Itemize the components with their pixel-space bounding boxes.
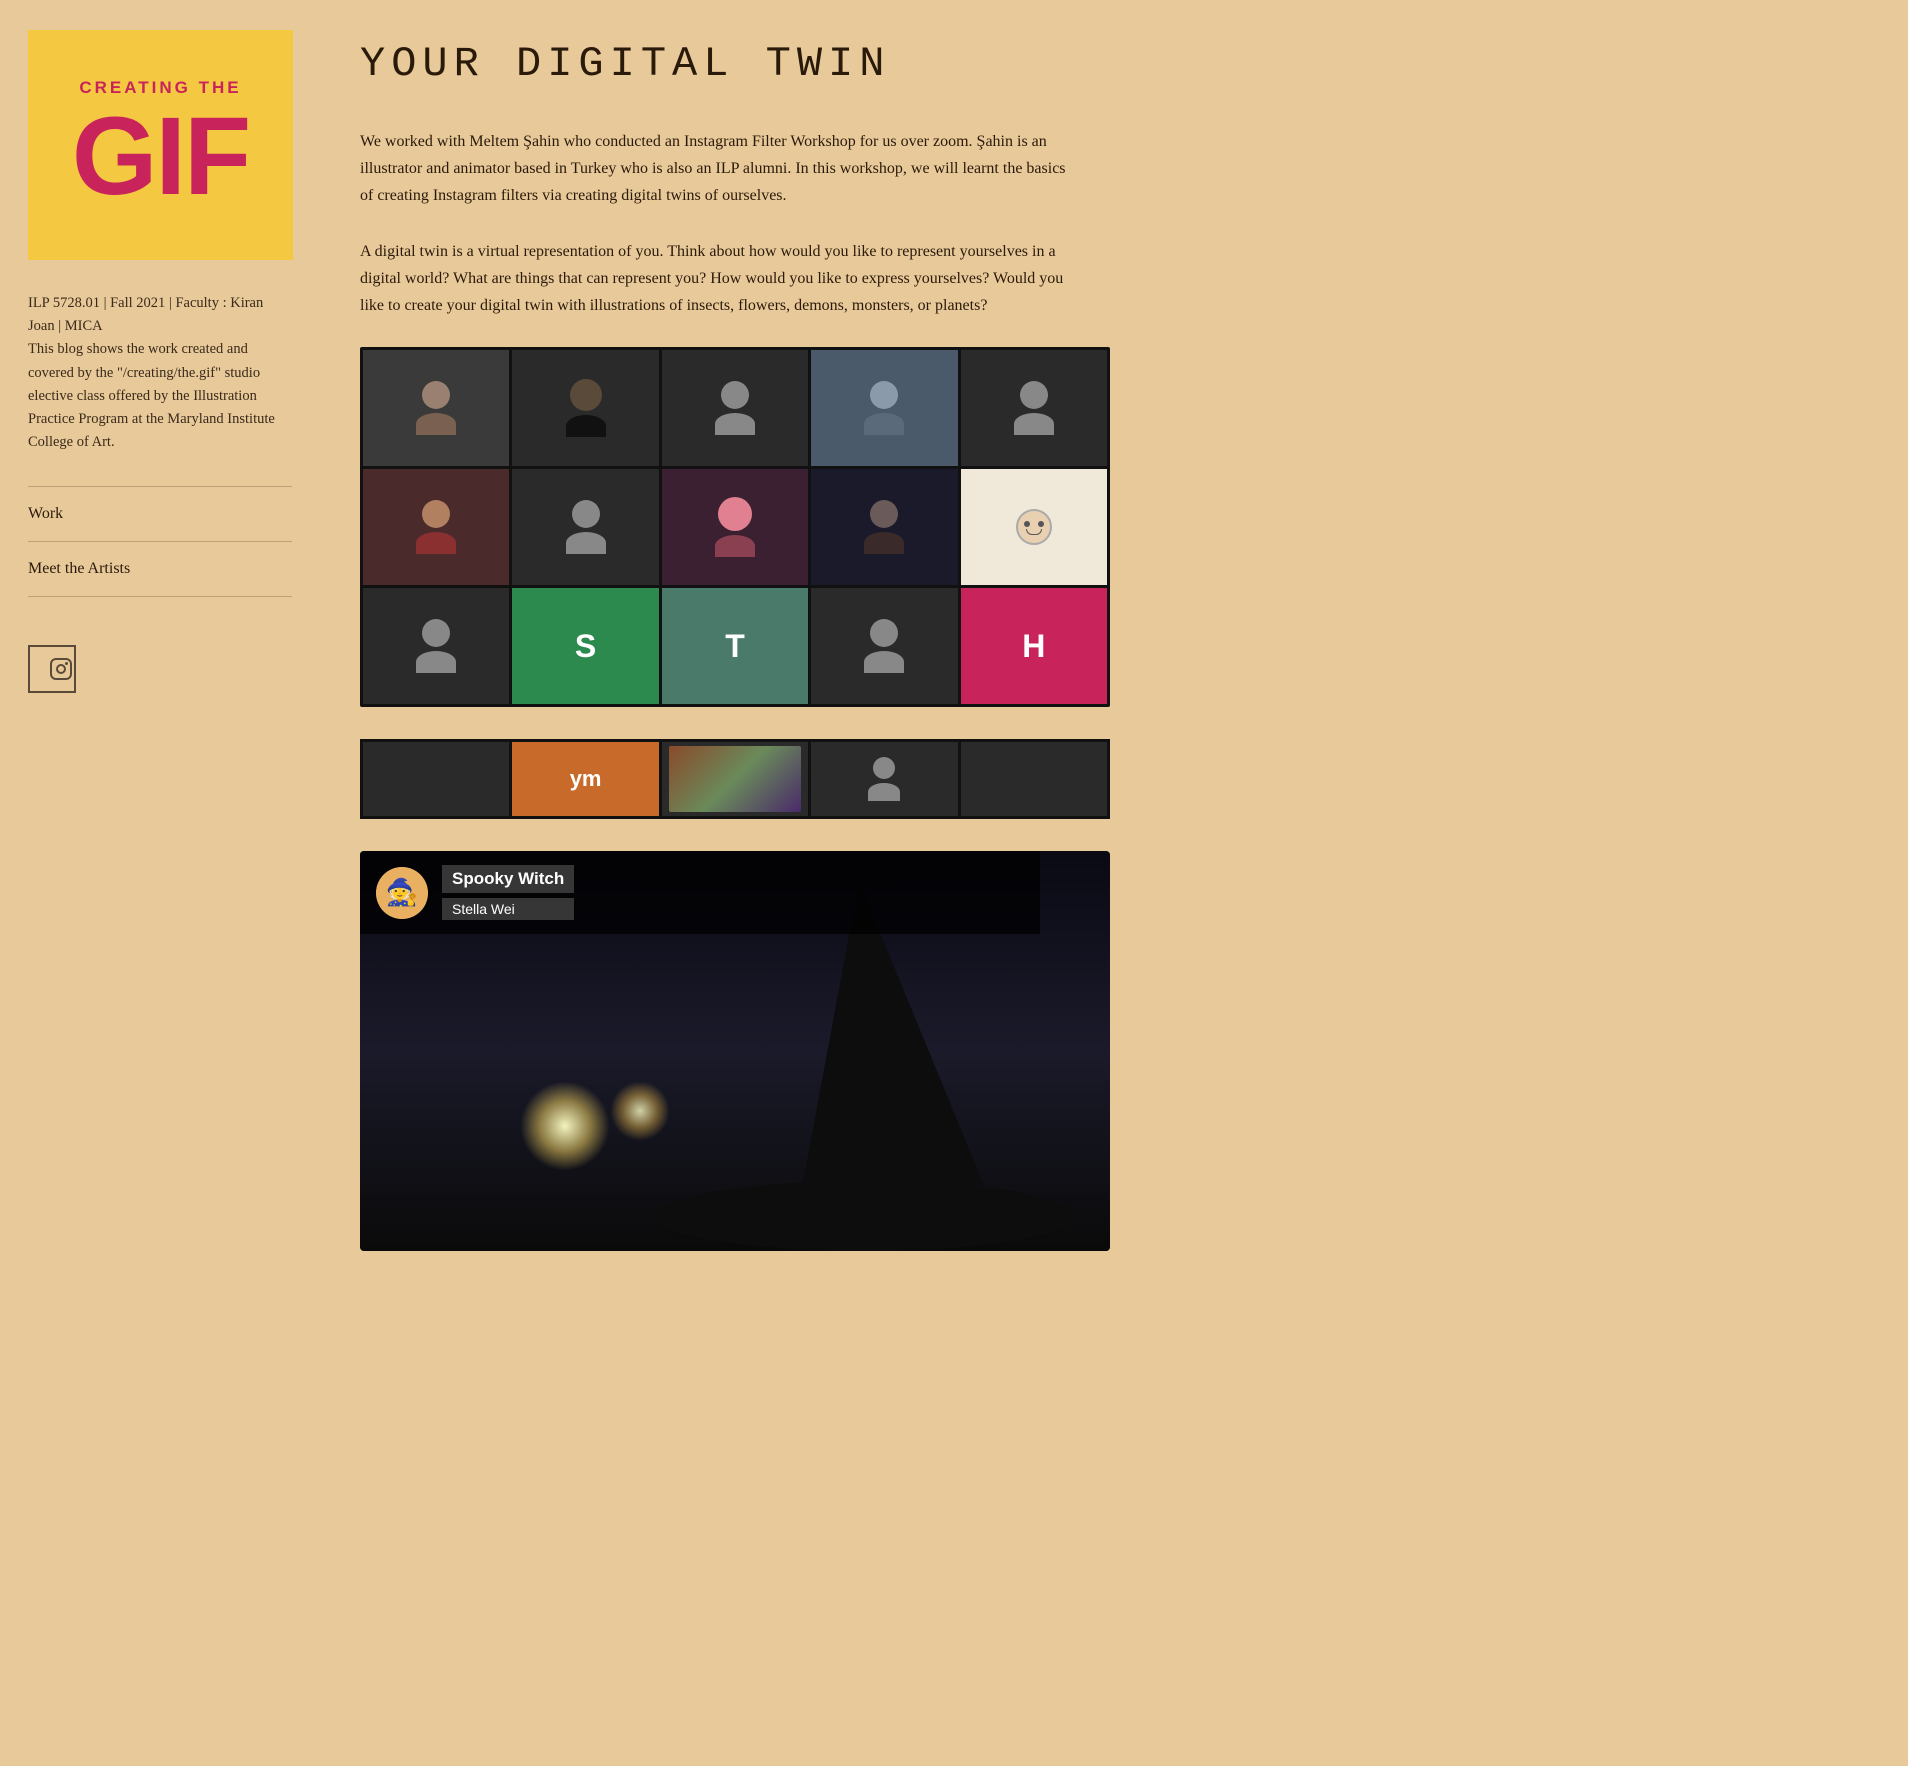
intro-paragraph-1: We worked with Meltem Şahin who conducte… <box>360 128 1080 210</box>
zoom-cell-2-4 <box>811 469 957 585</box>
zoom-cell-4-3 <box>662 742 808 816</box>
instagram-avatar: 🧙 <box>376 867 428 919</box>
zoom-cell-3-2: S <box>512 588 658 704</box>
logo-box: CREATING THE GIF <box>28 30 293 260</box>
zoom-cell-3-5: H <box>961 588 1107 704</box>
main-content: YOUR DIGITAL TWIN We worked with Meltem … <box>320 0 1908 1766</box>
zoom-cell-4-1 <box>363 742 509 816</box>
instagram-icon:  <box>31 656 48 682</box>
instagram-post-container: 🧙 Spooky Witch Stella Wei <box>360 851 1110 1251</box>
zoom-grid: S T H <box>360 347 1110 707</box>
nav-item-meet-artists[interactable]: Meet the Artists <box>28 541 292 597</box>
instagram-header: 🧙 Spooky Witch Stella Wei <box>360 851 1040 934</box>
instagram-image: 🧙 Spooky Witch Stella Wei <box>360 851 1110 1251</box>
zoom-cell-2-1 <box>363 469 509 585</box>
zoom-cell-4-2: ym <box>512 742 658 816</box>
sidebar-description: ILP 5728.01 | Fall 2021 | Faculty : Kira… <box>28 292 292 454</box>
glow-1 <box>520 1081 610 1171</box>
page-title: YOUR DIGITAL TWIN <box>360 40 1848 88</box>
instagram-card: 🧙 Spooky Witch Stella Wei <box>360 851 1110 1251</box>
instagram-svg-icon <box>49 657 73 681</box>
instagram-post-subtitle: Stella Wei <box>442 898 574 920</box>
zoom-cell-2-5 <box>961 469 1107 585</box>
instagram-info: Spooky Witch Stella Wei <box>442 865 574 920</box>
logo-gif-text: GIF <box>72 102 249 212</box>
zoom-cell-4-5 <box>961 742 1107 816</box>
instagram-button[interactable]:  <box>28 645 76 693</box>
zoom-cell-2-2 <box>512 469 658 585</box>
sidebar-nav: Work Meet the Artists <box>28 486 292 597</box>
nav-item-work[interactable]: Work <box>28 486 292 541</box>
instagram-post-title: Spooky Witch <box>442 865 574 893</box>
zoom-cell-1-2 <box>512 350 658 466</box>
zoom-cell-1-4 <box>811 350 957 466</box>
zoom-cell-3-1 <box>363 588 509 704</box>
zoom-cell-1-5 <box>961 350 1107 466</box>
intro-paragraph-2: A digital twin is a virtual representati… <box>360 238 1080 320</box>
zoom-cell-3-3: T <box>662 588 808 704</box>
sidebar: CREATING THE GIF ILP 5728.01 | Fall 2021… <box>0 0 320 1766</box>
zoom-cell-3-4 <box>811 588 957 704</box>
zoom-cell-1-3 <box>662 350 808 466</box>
zoom-cell-4-4 <box>811 742 957 816</box>
zoom-cell-1-1 <box>363 350 509 466</box>
glow-2 <box>610 1081 670 1141</box>
zoom-cell-2-3 <box>662 469 808 585</box>
